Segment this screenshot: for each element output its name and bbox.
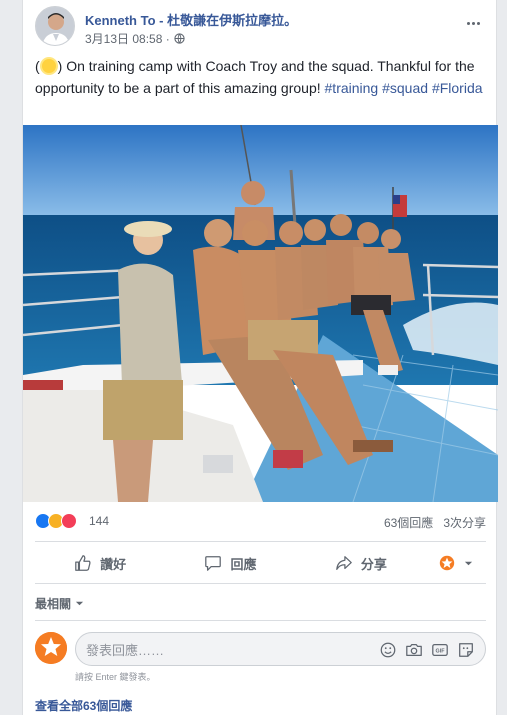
comment-icon <box>205 556 222 571</box>
hashtag-training[interactable]: #training <box>325 80 379 96</box>
thumbs-up-icon <box>75 555 91 571</box>
sticker-icon[interactable] <box>457 641 475 659</box>
comment-sort-dropdown[interactable]: 最相關 <box>35 595 84 612</box>
love-reaction-icon <box>61 513 77 529</box>
view-all-comments-link[interactable]: 查看全部63個回應 <box>35 697 132 714</box>
post-header: Kenneth To - 杜敬謙在伊斯拉摩拉。 3月13日 08:58 · <box>35 6 486 48</box>
hashtag-squad[interactable]: #squad <box>382 80 428 96</box>
divider <box>35 583 486 584</box>
post-timestamp[interactable]: 3月13日 08:58 · <box>85 30 170 47</box>
post-meta: 3月13日 08:58 · <box>85 30 185 47</box>
comment-button[interactable]: 回應 <box>165 545 295 581</box>
comment-input[interactable] <box>86 641 356 659</box>
comment-label: 回應 <box>230 556 257 572</box>
reaction-icons[interactable] <box>35 513 77 529</box>
comment-tools: GIF <box>379 641 475 659</box>
camera-icon[interactable] <box>405 641 423 659</box>
post-photo[interactable] <box>23 125 498 502</box>
like-label: 讚好 <box>100 556 127 572</box>
page-avatar-icon <box>440 555 455 571</box>
reactions-bar: 144 63個回應 3次分享 <box>35 511 486 531</box>
reaction-as-page-selector[interactable] <box>426 545 486 581</box>
divider <box>35 541 486 542</box>
chevron-down-icon <box>465 561 473 565</box>
shares-count[interactable]: 3次分享 <box>443 516 486 530</box>
like-button[interactable]: 讚好 <box>35 545 165 581</box>
share-icon <box>335 556 352 570</box>
post-card: Kenneth To - 杜敬謙在伊斯拉摩拉。 3月13日 08:58 · ()… <box>22 0 498 715</box>
share-button[interactable]: 分享 <box>296 545 426 581</box>
author-name[interactable]: Kenneth To - 杜敬謙在伊斯拉摩拉。 <box>85 10 297 29</box>
hashtag-florida[interactable]: #Florida <box>432 80 483 96</box>
sort-label: 最相關 <box>35 597 72 611</box>
post-text-part: ( <box>35 58 40 74</box>
comments-shares-count: 63個回應 3次分享 <box>384 514 486 531</box>
more-options-icon[interactable] <box>466 12 486 25</box>
composer-hint: 請按 Enter 鍵發表。 <box>75 672 156 682</box>
sun-emoji <box>41 59 56 73</box>
globe-icon[interactable] <box>174 33 185 44</box>
comment-input-box[interactable]: GIF <box>75 632 486 666</box>
author-avatar[interactable] <box>35 6 75 46</box>
post-actions: 讚好 回應 分享 <box>35 545 486 581</box>
emoji-icon[interactable] <box>379 641 397 659</box>
comment-composer: GIF <box>35 632 486 666</box>
my-page-avatar[interactable] <box>35 632 67 664</box>
comments-count[interactable]: 63個回應 <box>384 516 433 530</box>
chevron-down-icon <box>75 601 84 606</box>
gif-icon[interactable]: GIF <box>431 641 449 659</box>
divider <box>35 620 486 621</box>
svg-text:GIF: GIF <box>436 649 446 655</box>
share-label: 分享 <box>360 556 387 572</box>
reaction-count[interactable]: 144 <box>89 514 109 528</box>
post-text: () On training camp with Coach Troy and … <box>35 55 490 99</box>
